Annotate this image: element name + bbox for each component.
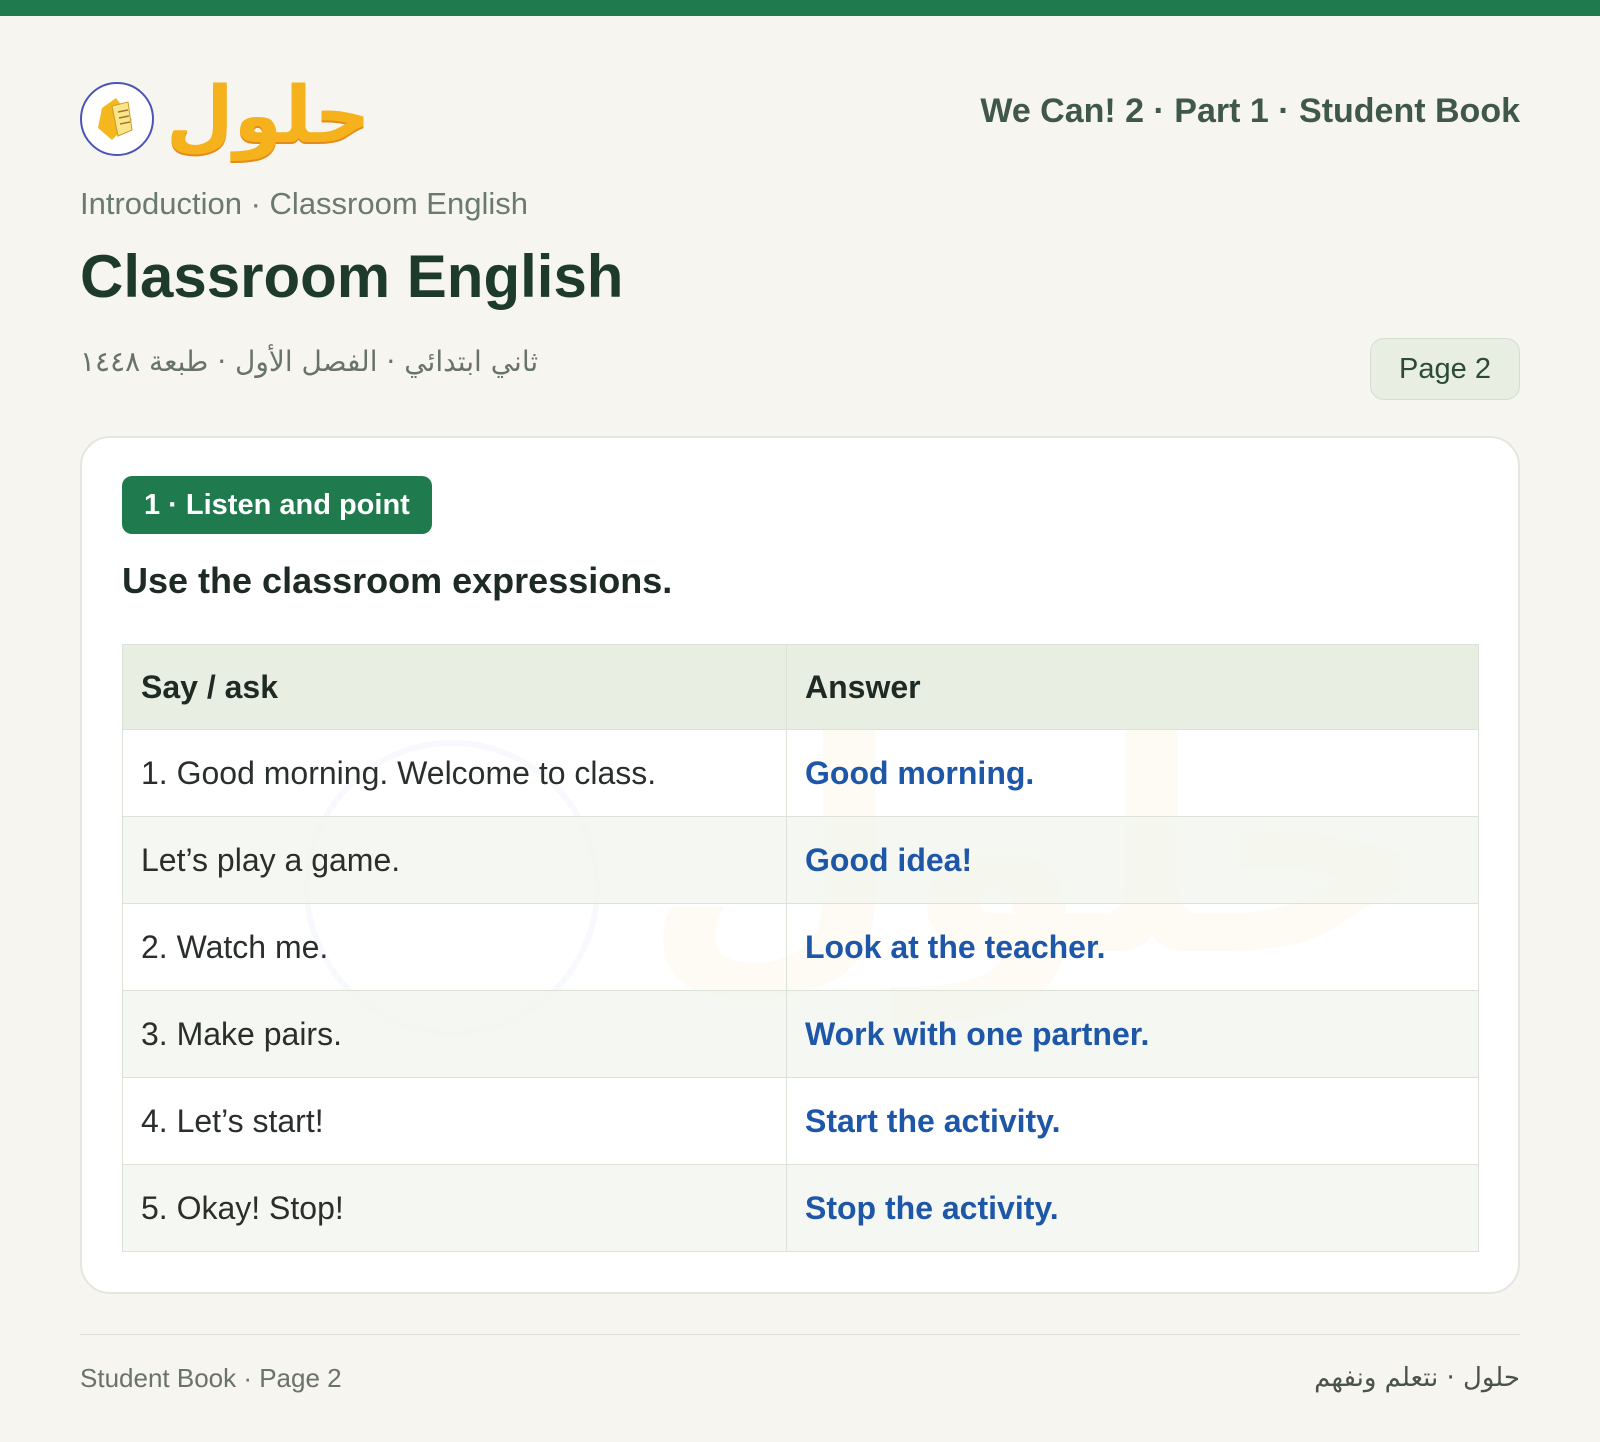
answer-cell: Work with one partner.	[786, 990, 1479, 1078]
say-cell: Let’s play a game.	[122, 816, 787, 904]
say-cell: 4. Let’s start!	[122, 1077, 787, 1165]
say-cell: 1. Good morning. Welcome to class.	[122, 729, 787, 817]
page-title: Classroom English	[80, 243, 624, 310]
answer-cell: Look at the teacher.	[786, 903, 1479, 991]
say-cell: 3. Make pairs.	[122, 990, 787, 1078]
breadcrumb: Introduction · Classroom English	[80, 186, 528, 221]
expressions-table: Say / ask Answer 1. Good morning. Welcom…	[122, 644, 1479, 1252]
book-pen-icon	[80, 82, 154, 156]
table-row: 1. Good morning. Welcome to class. Good …	[122, 729, 1479, 817]
column-header-say: Say / ask	[122, 644, 787, 730]
table-row: 5. Okay! Stop! Stop the activity.	[122, 1164, 1479, 1252]
footer-tagline: حلول · نتعلم ونفهم	[1314, 1363, 1520, 1393]
table-row: 4. Let’s start! Start the activity.	[122, 1077, 1479, 1165]
table-header-row: Say / ask Answer	[122, 644, 1479, 730]
answer-cell: Stop the activity.	[786, 1164, 1479, 1252]
logo-wordmark: حلول	[166, 71, 371, 161]
say-cell: 2. Watch me.	[122, 903, 787, 991]
book-title: We Can! 2 · Part 1 · Student Book	[980, 92, 1520, 130]
answer-cell: Good idea!	[786, 816, 1479, 904]
exercise-label-badge: 1 · Listen and point	[122, 476, 432, 534]
table-row: 3. Make pairs. Work with one partner.	[122, 990, 1479, 1078]
column-header-answer: Answer	[786, 644, 1479, 730]
table-row: 2. Watch me. Look at the teacher.	[122, 903, 1479, 991]
top-accent-bar	[0, 0, 1600, 16]
page-number-badge: Page 2	[1370, 338, 1520, 400]
footer-divider	[80, 1334, 1520, 1335]
site-logo[interactable]: حلول	[80, 66, 371, 166]
answer-cell: Good morning.	[786, 729, 1479, 817]
exercise-card: حلول 1 · Listen and point Use the classr…	[80, 436, 1520, 1294]
answer-cell: Start the activity.	[786, 1077, 1479, 1165]
footer-page-info: Student Book · Page 2	[80, 1363, 342, 1393]
grade-term-edition: ثاني ابتدائي · الفصل الأول · طبعة ١٤٤٨	[80, 345, 539, 378]
exercise-instruction: Use the classroom expressions.	[122, 560, 673, 601]
table-row: Let’s play a game. Good idea!	[122, 816, 1479, 904]
say-cell: 5. Okay! Stop!	[122, 1164, 787, 1252]
